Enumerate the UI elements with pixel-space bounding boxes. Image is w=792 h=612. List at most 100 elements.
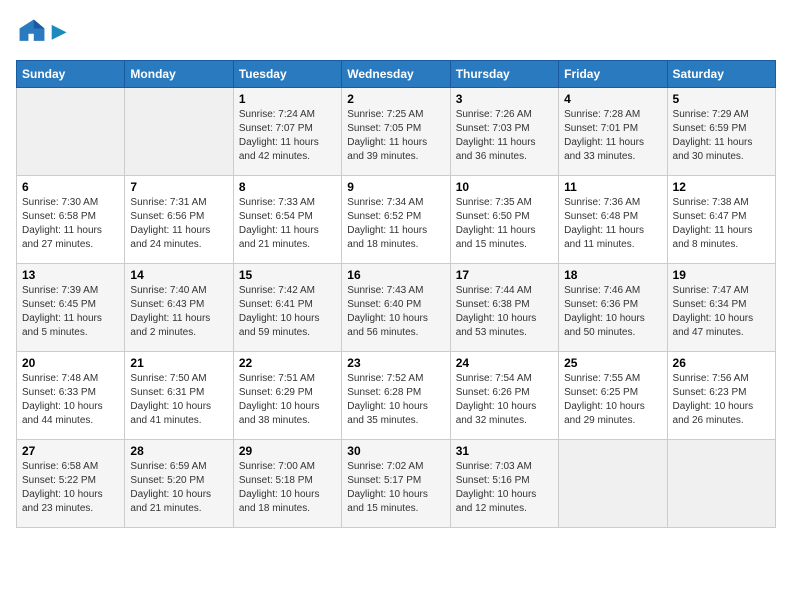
day-info: Sunrise: 7:28 AM Sunset: 7:01 PM Dayligh… <box>564 108 661 164</box>
calendar-cell: 18Sunrise: 7:46 AM Sunset: 6:36 PM Dayli… <box>559 264 667 352</box>
day-info: Sunrise: 6:59 AM Sunset: 5:20 PM Dayligh… <box>130 460 227 516</box>
day-number: 14 <box>130 268 227 282</box>
calendar-cell: 25 Sunrise: 7:55 AM Sunset: 6:25 PM Dayli… <box>559 352 667 440</box>
calendar-cell: 5Sunrise: 7:29 AM Sunset: 6:59 PM Daylig… <box>667 88 775 176</box>
day-number: 8 <box>239 180 336 194</box>
calendar-cell: 1 Sunrise: 7:24 AM Sunset: 7:07 PM Daylig… <box>233 88 341 176</box>
calendar-cell: 22 Sunrise: 7:51 AM Sunset: 6:29 PM Dayli… <box>233 352 341 440</box>
day-info: Sunrise: 7:03 AM Sunset: 5:16 PM Dayligh… <box>456 460 553 516</box>
calendar-cell: 4 Sunrise: 7:28 AM Sunset: 7:01 PM Daylig… <box>559 88 667 176</box>
calendar-cell: 27Sunrise: 6:58 AM Sunset: 5:22 PM Dayli… <box>17 440 125 528</box>
day-number: 6 <box>22 180 119 194</box>
calendar-cell: 21 Sunrise: 7:50 AM Sunset: 6:31 PM Dayli… <box>125 352 233 440</box>
weekday-header-sunday: Sunday <box>17 61 125 88</box>
day-info: Sunrise: 7:24 AM Sunset: 7:07 PM Dayligh… <box>239 108 336 164</box>
day-number: 28 <box>130 444 227 458</box>
day-number: 2 <box>347 92 444 106</box>
weekday-header-row: SundayMondayTuesdayWednesdayThursdayFrid… <box>17 61 776 88</box>
day-info: Sunrise: 7:39 AM Sunset: 6:45 PM Dayligh… <box>22 284 119 340</box>
day-number: 3 <box>456 92 553 106</box>
day-info: Sunrise: 7:00 AM Sunset: 5:18 PM Dayligh… <box>239 460 336 516</box>
calendar-cell: 8 Sunrise: 7:33 AM Sunset: 6:54 PM Daylig… <box>233 176 341 264</box>
calendar-cell: 10Sunrise: 7:35 AM Sunset: 6:50 PM Dayli… <box>450 176 558 264</box>
calendar-cell <box>559 440 667 528</box>
day-number: 23 <box>347 356 444 370</box>
day-info: Sunrise: 7:55 AM Sunset: 6:25 PM Dayligh… <box>564 372 661 428</box>
calendar-cell: 26Sunrise: 7:56 AM Sunset: 6:23 PM Dayli… <box>667 352 775 440</box>
day-number: 4 <box>564 92 661 106</box>
calendar-cell: 12 Sunrise: 7:38 AM Sunset: 6:47 PM Dayli… <box>667 176 775 264</box>
day-info: Sunrise: 7:52 AM Sunset: 6:28 PM Dayligh… <box>347 372 444 428</box>
day-info: Sunrise: 7:33 AM Sunset: 6:54 PM Dayligh… <box>239 196 336 252</box>
day-number: 22 <box>239 356 336 370</box>
calendar-cell: 14Sunrise: 7:40 AM Sunset: 6:43 PM Dayli… <box>125 264 233 352</box>
day-info: Sunrise: 7:56 AM Sunset: 6:23 PM Dayligh… <box>673 372 770 428</box>
day-number: 13 <box>22 268 119 282</box>
calendar-cell: 28 Sunrise: 6:59 AM Sunset: 5:20 PM Dayli… <box>125 440 233 528</box>
day-info: Sunrise: 7:02 AM Sunset: 5:17 PM Dayligh… <box>347 460 444 516</box>
day-number: 11 <box>564 180 661 194</box>
day-number: 15 <box>239 268 336 282</box>
calendar-cell: 17 Sunrise: 7:44 AM Sunset: 6:38 PM Dayli… <box>450 264 558 352</box>
day-info: Sunrise: 7:51 AM Sunset: 6:29 PM Dayligh… <box>239 372 336 428</box>
day-number: 30 <box>347 444 444 458</box>
day-info: Sunrise: 7:34 AM Sunset: 6:52 PM Dayligh… <box>347 196 444 252</box>
day-info: Sunrise: 7:50 AM Sunset: 6:31 PM Dayligh… <box>130 372 227 428</box>
day-info: Sunrise: 7:29 AM Sunset: 6:59 PM Dayligh… <box>673 108 770 164</box>
weekday-header-wednesday: Wednesday <box>342 61 450 88</box>
day-number: 25 <box>564 356 661 370</box>
calendar-cell: 23 Sunrise: 7:52 AM Sunset: 6:28 PM Dayli… <box>342 352 450 440</box>
calendar-cell: 11 Sunrise: 7:36 AM Sunset: 6:48 PM Dayli… <box>559 176 667 264</box>
weekday-header-thursday: Thursday <box>450 61 558 88</box>
day-number: 19 <box>673 268 770 282</box>
weekday-header-tuesday: Tuesday <box>233 61 341 88</box>
calendar-cell: 24 Sunrise: 7:54 AM Sunset: 6:26 PM Dayli… <box>450 352 558 440</box>
day-number: 27 <box>22 444 119 458</box>
calendar-cell <box>17 88 125 176</box>
day-info: Sunrise: 7:31 AM Sunset: 6:56 PM Dayligh… <box>130 196 227 252</box>
day-info: Sunrise: 7:47 AM Sunset: 6:34 PM Dayligh… <box>673 284 770 340</box>
logo: ▶ <box>16 16 66 48</box>
weekday-header-friday: Friday <box>559 61 667 88</box>
calendar-cell: 13 Sunrise: 7:39 AM Sunset: 6:45 PM Dayli… <box>17 264 125 352</box>
day-number: 24 <box>456 356 553 370</box>
logo-text: ▶ <box>52 22 66 42</box>
calendar-cell <box>667 440 775 528</box>
day-info: Sunrise: 7:26 AM Sunset: 7:03 PM Dayligh… <box>456 108 553 164</box>
calendar-cell: 16 Sunrise: 7:43 AM Sunset: 6:40 PM Dayli… <box>342 264 450 352</box>
calendar-cell: 9Sunrise: 7:34 AM Sunset: 6:52 PM Daylig… <box>342 176 450 264</box>
day-number: 21 <box>130 356 227 370</box>
day-info: Sunrise: 7:25 AM Sunset: 7:05 PM Dayligh… <box>347 108 444 164</box>
day-number: 1 <box>239 92 336 106</box>
calendar-cell: 31 Sunrise: 7:03 AM Sunset: 5:16 PM Dayli… <box>450 440 558 528</box>
day-info: Sunrise: 7:38 AM Sunset: 6:47 PM Dayligh… <box>673 196 770 252</box>
calendar-cell: 30 Sunrise: 7:02 AM Sunset: 5:17 PM Dayli… <box>342 440 450 528</box>
calendar-cell: 2 Sunrise: 7:25 AM Sunset: 7:05 PM Daylig… <box>342 88 450 176</box>
day-number: 12 <box>673 180 770 194</box>
calendar-cell: 3 Sunrise: 7:26 AM Sunset: 7:03 PM Daylig… <box>450 88 558 176</box>
calendar-table: SundayMondayTuesdayWednesdayThursdayFrid… <box>16 60 776 528</box>
day-info: Sunrise: 7:48 AM Sunset: 6:33 PM Dayligh… <box>22 372 119 428</box>
day-number: 16 <box>347 268 444 282</box>
week-row-3: 13 Sunrise: 7:39 AM Sunset: 6:45 PM Dayli… <box>17 264 776 352</box>
day-number: 31 <box>456 444 553 458</box>
calendar-cell: 29 Sunrise: 7:00 AM Sunset: 5:18 PM Dayli… <box>233 440 341 528</box>
week-row-5: 27Sunrise: 6:58 AM Sunset: 5:22 PM Dayli… <box>17 440 776 528</box>
day-info: Sunrise: 7:54 AM Sunset: 6:26 PM Dayligh… <box>456 372 553 428</box>
logo-icon <box>16 16 48 48</box>
calendar-cell: 19 Sunrise: 7:47 AM Sunset: 6:34 PM Dayli… <box>667 264 775 352</box>
calendar-cell: 15 Sunrise: 7:42 AM Sunset: 6:41 PM Dayli… <box>233 264 341 352</box>
day-info: Sunrise: 7:36 AM Sunset: 6:48 PM Dayligh… <box>564 196 661 252</box>
day-number: 17 <box>456 268 553 282</box>
day-info: Sunrise: 7:35 AM Sunset: 6:50 PM Dayligh… <box>456 196 553 252</box>
day-info: Sunrise: 7:44 AM Sunset: 6:38 PM Dayligh… <box>456 284 553 340</box>
day-info: Sunrise: 7:42 AM Sunset: 6:41 PM Dayligh… <box>239 284 336 340</box>
week-row-4: 20Sunrise: 7:48 AM Sunset: 6:33 PM Dayli… <box>17 352 776 440</box>
week-row-2: 6 Sunrise: 7:30 AM Sunset: 6:58 PM Daylig… <box>17 176 776 264</box>
day-number: 29 <box>239 444 336 458</box>
calendar-cell: 20Sunrise: 7:48 AM Sunset: 6:33 PM Dayli… <box>17 352 125 440</box>
day-info: Sunrise: 7:30 AM Sunset: 6:58 PM Dayligh… <box>22 196 119 252</box>
day-info: Sunrise: 7:43 AM Sunset: 6:40 PM Dayligh… <box>347 284 444 340</box>
calendar-cell: 7Sunrise: 7:31 AM Sunset: 6:56 PM Daylig… <box>125 176 233 264</box>
page-header: ▶ <box>16 16 776 48</box>
